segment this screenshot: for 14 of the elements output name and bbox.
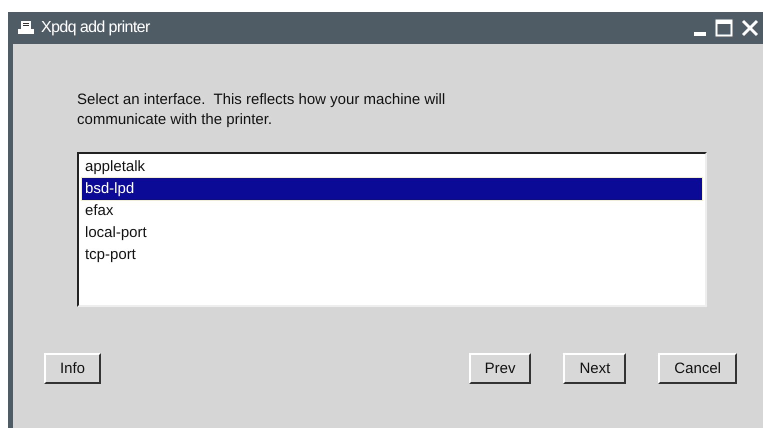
info-button[interactable]: Info bbox=[44, 353, 102, 384]
dialog-button[interactable]: Prev bbox=[468, 353, 532, 384]
list-item[interactable]: appletalk bbox=[82, 156, 702, 178]
list-item[interactable]: bsd-lpd bbox=[82, 178, 702, 200]
close-icon[interactable] bbox=[741, 19, 759, 37]
instruction-text: Select an interface. This reflects how your machine will communicate with the printer. bbox=[77, 90, 446, 130]
list-item[interactable]: local-port bbox=[82, 222, 702, 244]
list-item[interactable]: tcp-port bbox=[82, 244, 702, 266]
dialog-button[interactable]: Next bbox=[563, 353, 626, 384]
list-item[interactable]: efax bbox=[82, 200, 702, 222]
dialog-button[interactable]: Cancel bbox=[658, 353, 737, 384]
printer-icon bbox=[17, 20, 35, 36]
window-title: Xpdq add printer bbox=[41, 19, 151, 37]
maximize-icon[interactable] bbox=[715, 19, 733, 37]
